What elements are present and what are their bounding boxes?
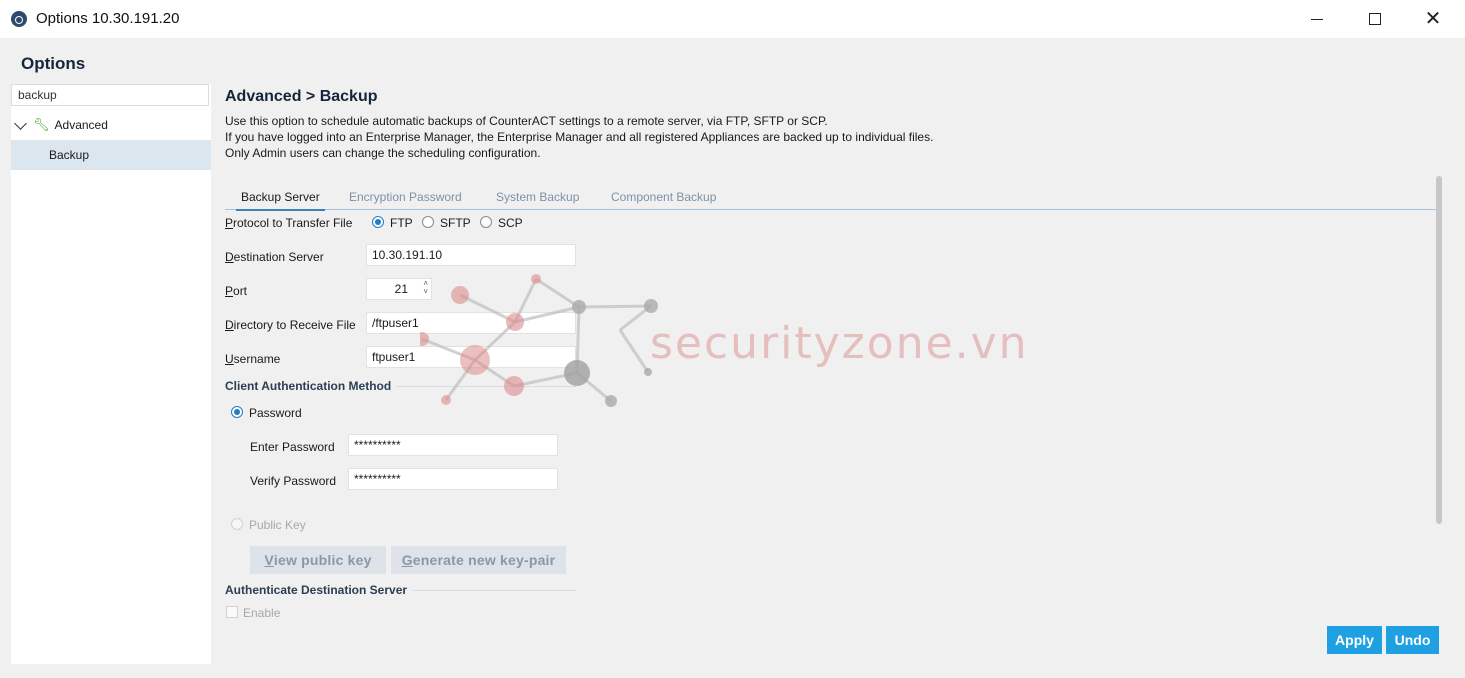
page-title: Options (21, 54, 86, 73)
port-value: 21 (394, 282, 408, 296)
username-input[interactable]: ftpuser1 (366, 346, 576, 368)
destination-server-label: Destination Server (225, 250, 324, 264)
tab-backup-server[interactable]: Backup Server (236, 190, 325, 211)
window-title: Options 10.30.191.20 (36, 10, 180, 27)
section-divider (413, 590, 576, 591)
description-line: If you have logged into an Enterprise Ma… (225, 130, 934, 144)
destination-server-input[interactable]: 10.30.191.10 (366, 244, 576, 266)
public-key-radio-label: Public Key (249, 518, 306, 532)
tree-item-label: Backup (49, 148, 90, 162)
nav-search-input[interactable] (11, 84, 209, 106)
maximize-icon (1369, 13, 1381, 25)
directory-label: Directory to Receive File (225, 318, 356, 332)
description-line: Use this option to schedule automatic ba… (225, 114, 828, 128)
protocol-ftp-radio[interactable] (372, 216, 384, 228)
tree-item-advanced[interactable]: 🔧︎ Advanced (11, 110, 211, 140)
generate-key-pair-button[interactable]: Generate new key-pair (391, 546, 566, 574)
password-radio[interactable] (231, 406, 243, 418)
auth-dest-section-title: Authenticate Destination Server (225, 583, 408, 597)
close-button[interactable]: ✕ (1404, 0, 1462, 38)
public-key-radio[interactable] (231, 518, 243, 530)
wrench-icon: 🔧︎ (33, 117, 50, 132)
close-icon: ✕ (1424, 8, 1442, 30)
verify-password-input[interactable]: ********** (348, 468, 558, 490)
tree-item-label: Advanced (54, 118, 108, 132)
client-auth-section-title: Client Authentication Method (225, 379, 392, 393)
port-spinner[interactable]: 21 ˄ ˅ (366, 278, 432, 300)
breadcrumb: Advanced > Backup (225, 88, 378, 105)
maximize-button[interactable] (1346, 0, 1404, 38)
password-radio-label: Password (249, 406, 302, 420)
chevron-down-icon[interactable] (14, 116, 27, 130)
description-line: Only Admin users can change the scheduli… (225, 146, 541, 160)
spinner-arrows-icon[interactable]: ˄ ˅ (423, 280, 428, 296)
directory-input[interactable]: /ftpuser1 (366, 312, 576, 334)
enter-password-input[interactable]: ********** (348, 434, 558, 456)
view-public-key-button[interactable]: View public key (250, 546, 386, 574)
tab-encryption-password[interactable]: Encryption Password (349, 190, 462, 204)
protocol-scp-radio[interactable] (480, 216, 492, 228)
apply-button[interactable]: Apply (1327, 626, 1382, 654)
port-label: Port (225, 284, 248, 298)
vertical-scrollbar[interactable] (1436, 176, 1442, 524)
enable-checkbox-label: Enable (243, 606, 281, 618)
section-divider (396, 386, 576, 387)
tab-bar: Backup Server Encryption Password System… (225, 183, 1437, 211)
minimize-button[interactable] (1288, 0, 1346, 38)
window-titlebar: Options 10.30.191.20 ✕ (0, 0, 1465, 38)
verify-password-label: Verify Password (250, 474, 337, 488)
protocol-sftp-label: SFTP (440, 216, 471, 230)
protocol-scp-label: SCP (498, 216, 523, 230)
protocol-label: Protocol to Transfer File (225, 216, 353, 230)
tree-item-backup[interactable]: Backup (11, 140, 211, 170)
undo-button[interactable]: Undo (1386, 626, 1439, 654)
enable-checkbox[interactable] (226, 606, 238, 618)
app-icon (11, 11, 27, 27)
tab-system-backup[interactable]: System Backup (496, 190, 579, 204)
nav-pane: 🔧︎ Advanced Backup (11, 84, 211, 664)
tab-component-backup[interactable]: Component Backup (611, 190, 716, 204)
protocol-ftp-label: FTP (390, 216, 413, 230)
username-label: Username (225, 352, 281, 366)
minimize-icon (1311, 18, 1323, 20)
watermark-text: securityzone.vn (650, 318, 1029, 369)
content-pane: Advanced > Backup Use this option to sch… (214, 84, 1454, 664)
protocol-sftp-radio[interactable] (422, 216, 434, 228)
enter-password-label: Enter Password (250, 440, 335, 454)
settings-scroll-area: Backup Server Encryption Password System… (214, 176, 1446, 618)
